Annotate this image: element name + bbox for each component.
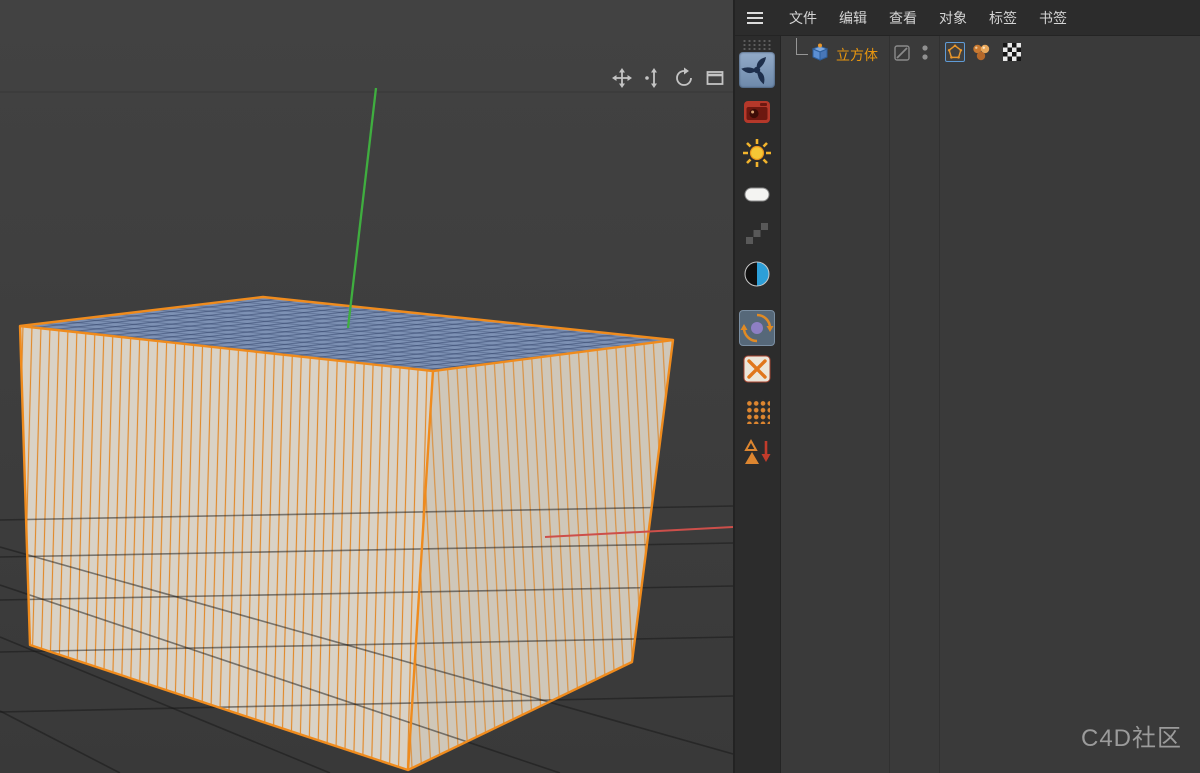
hamburger-menu-icon[interactable] (745, 10, 765, 26)
orange-cross-icon (740, 352, 774, 386)
pill-button[interactable] (739, 176, 775, 212)
c4d-window: 文件 编辑 查看 对象 标签 书签 (0, 0, 1200, 773)
3d-viewport[interactable] (0, 0, 733, 773)
rotate-icon[interactable] (672, 67, 696, 89)
steps-button[interactable] (739, 216, 775, 252)
make-editable-button[interactable] (739, 310, 775, 346)
menu-item-object[interactable]: 对象 (928, 8, 978, 28)
dolly-icon[interactable] (641, 67, 665, 89)
visibility-dots[interactable] (920, 42, 930, 64)
pill-icon (740, 177, 774, 211)
object-row[interactable]: 立方体 (781, 42, 1200, 66)
pinwheel-button[interactable] (739, 52, 775, 88)
menu-item-bookmarks[interactable]: 书签 (1028, 8, 1078, 28)
object-name[interactable]: 立方体 (836, 45, 878, 65)
object-tree[interactable]: 立方体 (781, 36, 1200, 773)
tree-branch (796, 38, 808, 55)
object-manager-panel: 文件 编辑 查看 对象 标签 书签 (733, 0, 1200, 773)
menu-item-tags[interactable]: 标签 (978, 8, 1028, 28)
contrast-circle-button[interactable] (739, 256, 775, 292)
polygon-selection-tag[interactable] (945, 42, 965, 62)
cube-object-icon[interactable] (809, 42, 831, 62)
watermark-text: C4D社区 (1081, 718, 1182, 753)
make-editable-icon (740, 311, 774, 345)
uvw-tag[interactable] (1003, 43, 1023, 63)
viewport-scene (0, 0, 733, 773)
pan-icon[interactable] (610, 67, 634, 89)
checkerboard-icon (1003, 43, 1021, 61)
camera-icon (740, 95, 774, 129)
object-manager-menubar: 文件 编辑 查看 对象 标签 书签 (735, 0, 1200, 36)
menu-item-edit[interactable]: 编辑 (828, 8, 878, 28)
column-separator (889, 36, 890, 773)
sun-icon (740, 136, 774, 170)
dots-grid-button[interactable] (739, 393, 775, 429)
pencil-toggle-icon[interactable] (893, 44, 911, 62)
steps-icon (740, 217, 774, 251)
menu-item-file[interactable]: 文件 (778, 8, 828, 28)
dots-grid-icon (745, 399, 770, 424)
mode-toolbar (735, 36, 781, 773)
menu-item-view[interactable]: 查看 (878, 8, 928, 28)
palette-grip[interactable] (742, 39, 773, 51)
points-tag[interactable] (971, 42, 991, 62)
triangles-icon (740, 435, 774, 469)
sun-button[interactable] (739, 135, 775, 171)
pinwheel-icon (740, 53, 774, 87)
column-separator (939, 36, 940, 773)
orange-cross-button[interactable] (739, 351, 775, 387)
maximize-icon[interactable] (703, 67, 727, 89)
triangles-button[interactable] (739, 434, 775, 470)
viewport-nav-bar (610, 67, 727, 89)
camera-button[interactable] (739, 94, 775, 130)
contrast-circle-icon (740, 257, 774, 291)
